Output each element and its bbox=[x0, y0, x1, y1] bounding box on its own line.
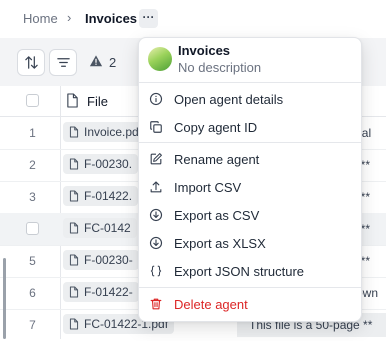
file-chip[interactable]: F-00230. bbox=[63, 154, 139, 174]
row-number: 5 bbox=[29, 254, 36, 268]
warning-icon[interactable] bbox=[89, 54, 103, 68]
file-icon bbox=[69, 318, 79, 330]
menu-item-label: Open agent details bbox=[174, 92, 284, 107]
row-number: 2 bbox=[29, 158, 36, 172]
download-circle-icon bbox=[149, 208, 163, 222]
file-name: FC-0142 bbox=[84, 221, 131, 235]
file-chip[interactable]: Invoice.pd bbox=[63, 122, 145, 142]
agent-avatar bbox=[148, 47, 172, 71]
scrollbar[interactable] bbox=[3, 258, 6, 339]
menu-item-rename-agent[interactable]: Rename agent bbox=[139, 145, 361, 173]
menu-item-label: Copy agent ID bbox=[174, 120, 258, 135]
menu-title: Invoices bbox=[178, 43, 231, 58]
braces-icon bbox=[150, 265, 162, 277]
menu-item-label: Import CSV bbox=[174, 180, 242, 195]
filter-icon bbox=[57, 58, 70, 67]
file-chip[interactable]: F-00230- bbox=[63, 250, 139, 270]
menu-item-label: Export JSON structure bbox=[174, 264, 305, 279]
sort-icon bbox=[25, 56, 38, 69]
file-icon bbox=[69, 286, 79, 298]
file-name: F-00230. bbox=[84, 157, 133, 171]
file-icon bbox=[69, 190, 79, 202]
menu-item-label: Export as XLSX bbox=[174, 236, 266, 251]
upload-icon bbox=[150, 181, 162, 193]
file-chip[interactable]: FC-0142 bbox=[63, 218, 137, 238]
file-icon bbox=[69, 126, 79, 138]
select-all-checkbox[interactable] bbox=[26, 94, 39, 107]
file-chip[interactable]: F-01422. bbox=[63, 186, 139, 206]
breadcrumb-current: Invoices bbox=[85, 11, 138, 26]
row-number: 6 bbox=[29, 286, 36, 300]
file-chip[interactable]: F-01422- bbox=[63, 282, 139, 302]
file-name: F-01422. bbox=[84, 189, 133, 203]
menu-item-copy-agent-id[interactable]: Copy agent ID bbox=[139, 113, 361, 141]
menu-divider bbox=[139, 287, 361, 288]
menu-item-export-xlsx[interactable]: Export as XLSX bbox=[139, 229, 361, 257]
file-icon bbox=[67, 93, 78, 108]
trash-icon bbox=[150, 298, 162, 310]
file-icon bbox=[69, 254, 79, 266]
sort-button[interactable] bbox=[17, 49, 45, 76]
row-number: 3 bbox=[29, 190, 36, 204]
menu-item-export-json-structure[interactable]: Export JSON structure bbox=[139, 257, 361, 285]
menu-item-label: Export as CSV bbox=[174, 208, 260, 223]
file-name: F-00230- bbox=[84, 253, 133, 267]
breadcrumb-home[interactable]: Home bbox=[23, 11, 58, 26]
edit-icon bbox=[150, 153, 162, 165]
column-header-file[interactable]: File bbox=[87, 94, 108, 109]
file-icon bbox=[69, 222, 79, 234]
filter-button[interactable] bbox=[49, 49, 77, 76]
menu-item-import-csv[interactable]: Import CSV bbox=[139, 173, 361, 201]
menu-item-delete-agent[interactable]: Delete agent bbox=[139, 290, 361, 318]
download-circle-icon bbox=[149, 236, 163, 250]
agent-options-menu: Invoices No description Open agent detai… bbox=[138, 37, 362, 322]
menu-item-label: Delete agent bbox=[174, 297, 248, 312]
row-checkbox[interactable] bbox=[26, 222, 39, 235]
copy-icon bbox=[150, 121, 162, 133]
menu-item-open-agent-details[interactable]: Open agent details bbox=[139, 85, 361, 113]
breadcrumb-separator: › bbox=[67, 10, 72, 25]
menu-item-label: Rename agent bbox=[174, 152, 260, 167]
menu-divider bbox=[139, 82, 361, 83]
warning-count[interactable]: 2 bbox=[109, 55, 116, 70]
info-icon bbox=[149, 92, 163, 106]
menu-item-export-csv[interactable]: Export as CSV bbox=[139, 201, 361, 229]
file-name: F-01422- bbox=[84, 285, 133, 299]
file-icon bbox=[69, 158, 79, 170]
top-bar: Home › Invoices ··· bbox=[0, 0, 386, 38]
row-number: 1 bbox=[29, 126, 36, 140]
more-options-button[interactable]: ··· bbox=[139, 9, 158, 28]
row-number: 7 bbox=[29, 318, 36, 332]
file-name: Invoice.pd bbox=[84, 125, 139, 139]
menu-subtitle: No description bbox=[178, 60, 262, 75]
menu-divider bbox=[139, 142, 361, 143]
